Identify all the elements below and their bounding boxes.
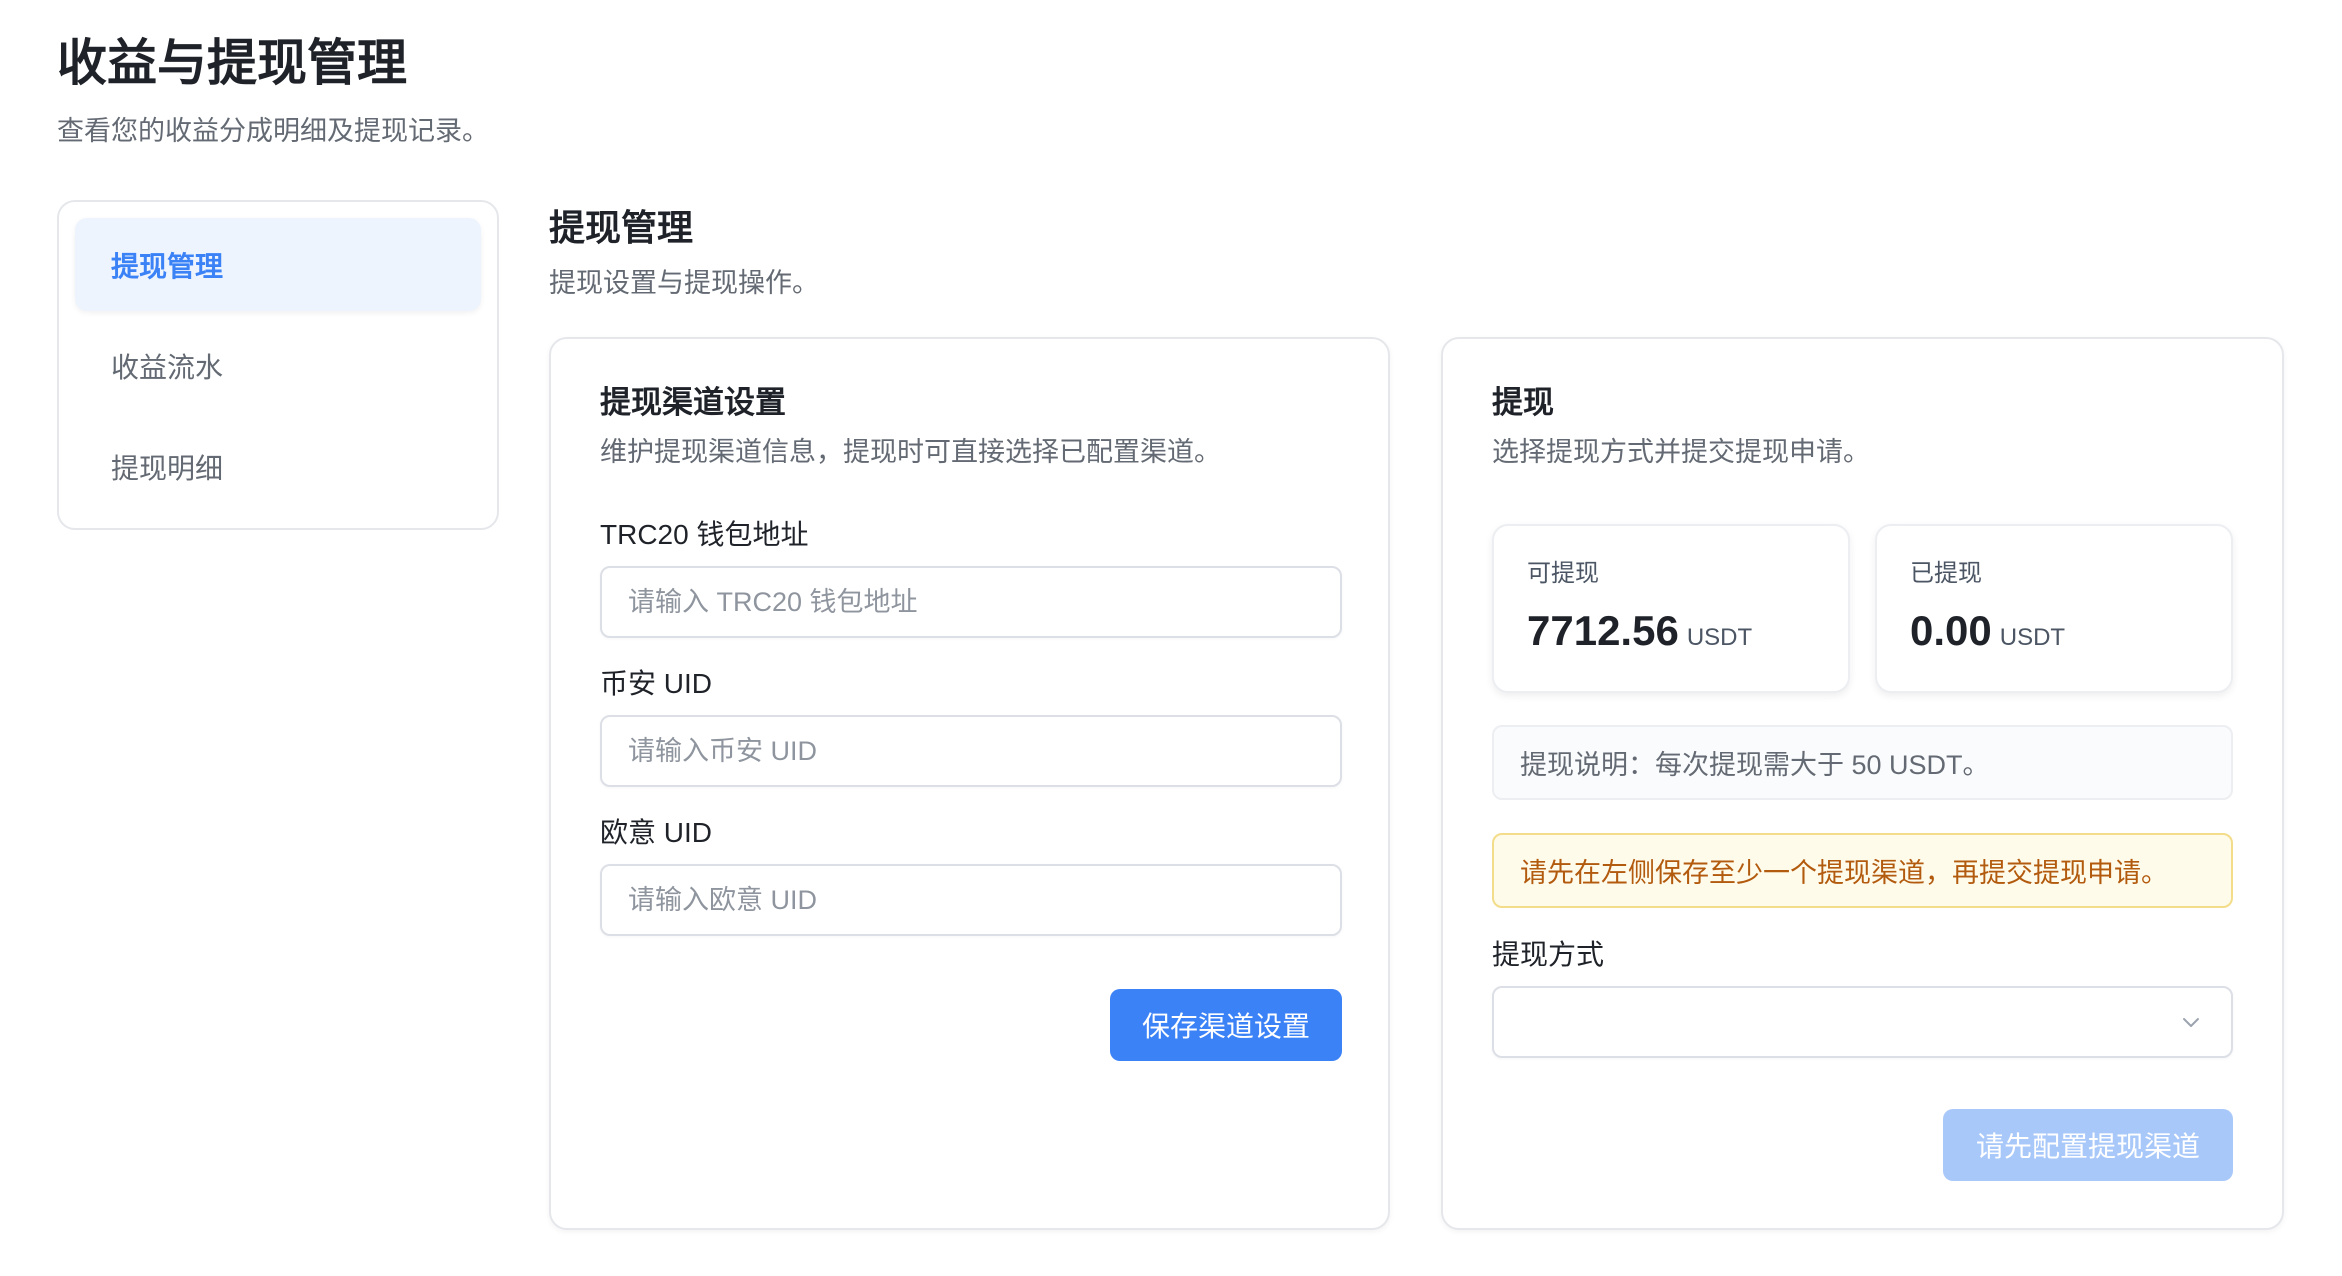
withdrawn-value-row: 0.00 USDT [1910, 604, 2065, 665]
okx-uid-input[interactable] [600, 864, 1342, 936]
sidebar-item-label: 提现明细 [111, 452, 224, 484]
sidebar-item-label: 提现管理 [111, 250, 224, 282]
sidebar-item-label: 收益流水 [111, 351, 224, 383]
section-title: 提现管理 [549, 207, 694, 248]
sidebar-item-earnings-flow[interactable]: 收益流水 [75, 319, 481, 412]
submit-withdraw-button[interactable]: 请先配置提现渠道 [1943, 1109, 2233, 1181]
page-title: 收益与提现管理 [57, 35, 407, 91]
withdraw-note: 提现说明：每次提现需大于 50 USDT。 [1492, 725, 2233, 800]
card-description: 选择提现方式并提交提现申请。 [1492, 437, 1870, 467]
trc20-wallet-input[interactable] [600, 566, 1342, 638]
withdrawn-label: 已提现 [1910, 560, 1982, 587]
withdraw-method-select[interactable] [1492, 986, 2233, 1058]
binance-uid-label: 币安 UID [600, 668, 713, 699]
section-subtitle: 提现设置与提现操作。 [549, 268, 819, 298]
withdrawn-amount: 0.00 [1910, 607, 1992, 654]
withdrawn-unit: USDT [1999, 624, 2066, 651]
chevron-down-icon [2183, 1018, 2199, 1027]
card-description: 维护提现渠道信息，提现时可直接选择已配置渠道。 [600, 437, 1221, 467]
withdraw-card: 提现 选择提现方式并提交提现申请。 可提现 7712.56 USDT 已提现 0.… [1441, 337, 2284, 1230]
available-value-row: 7712.56 USDT [1527, 604, 1752, 665]
page-subtitle: 查看您的收益分成明细及提现记录。 [57, 116, 489, 146]
save-channel-settings-button[interactable]: 保存渠道设置 [1110, 989, 1342, 1061]
available-label: 可提现 [1527, 560, 1599, 587]
binance-uid-input[interactable] [600, 715, 1342, 787]
available-amount: 7712.56 [1527, 607, 1679, 654]
sidebar-item-withdraw-management[interactable]: 提现管理 [75, 218, 481, 311]
channel-settings-card: 提现渠道设置 维护提现渠道信息，提现时可直接选择已配置渠道。 TRC20 钱包地… [549, 337, 1390, 1230]
card-title: 提现 [1492, 385, 1554, 420]
sidebar-item-withdraw-details[interactable]: 提现明细 [75, 420, 481, 513]
available-balance-box: 可提现 7712.56 USDT [1492, 524, 1850, 693]
page: 收益与提现管理 查看您的收益分成明细及提现记录。 提现管理 收益流水 提现明细 … [0, 0, 2342, 1276]
withdrawn-balance-box: 已提现 0.00 USDT [1875, 524, 2233, 693]
warning-alert: 请先在左侧保存至少一个提现渠道，再提交提现申请。 [1492, 833, 2233, 908]
trc20-label: TRC20 钱包地址 [600, 519, 809, 550]
available-unit: USDT [1686, 624, 1753, 651]
card-title: 提现渠道设置 [600, 385, 786, 420]
withdraw-method-label: 提现方式 [1492, 939, 1605, 970]
okx-uid-label: 欧意 UID [600, 817, 713, 848]
sidebar: 提现管理 收益流水 提现明细 [57, 200, 499, 530]
